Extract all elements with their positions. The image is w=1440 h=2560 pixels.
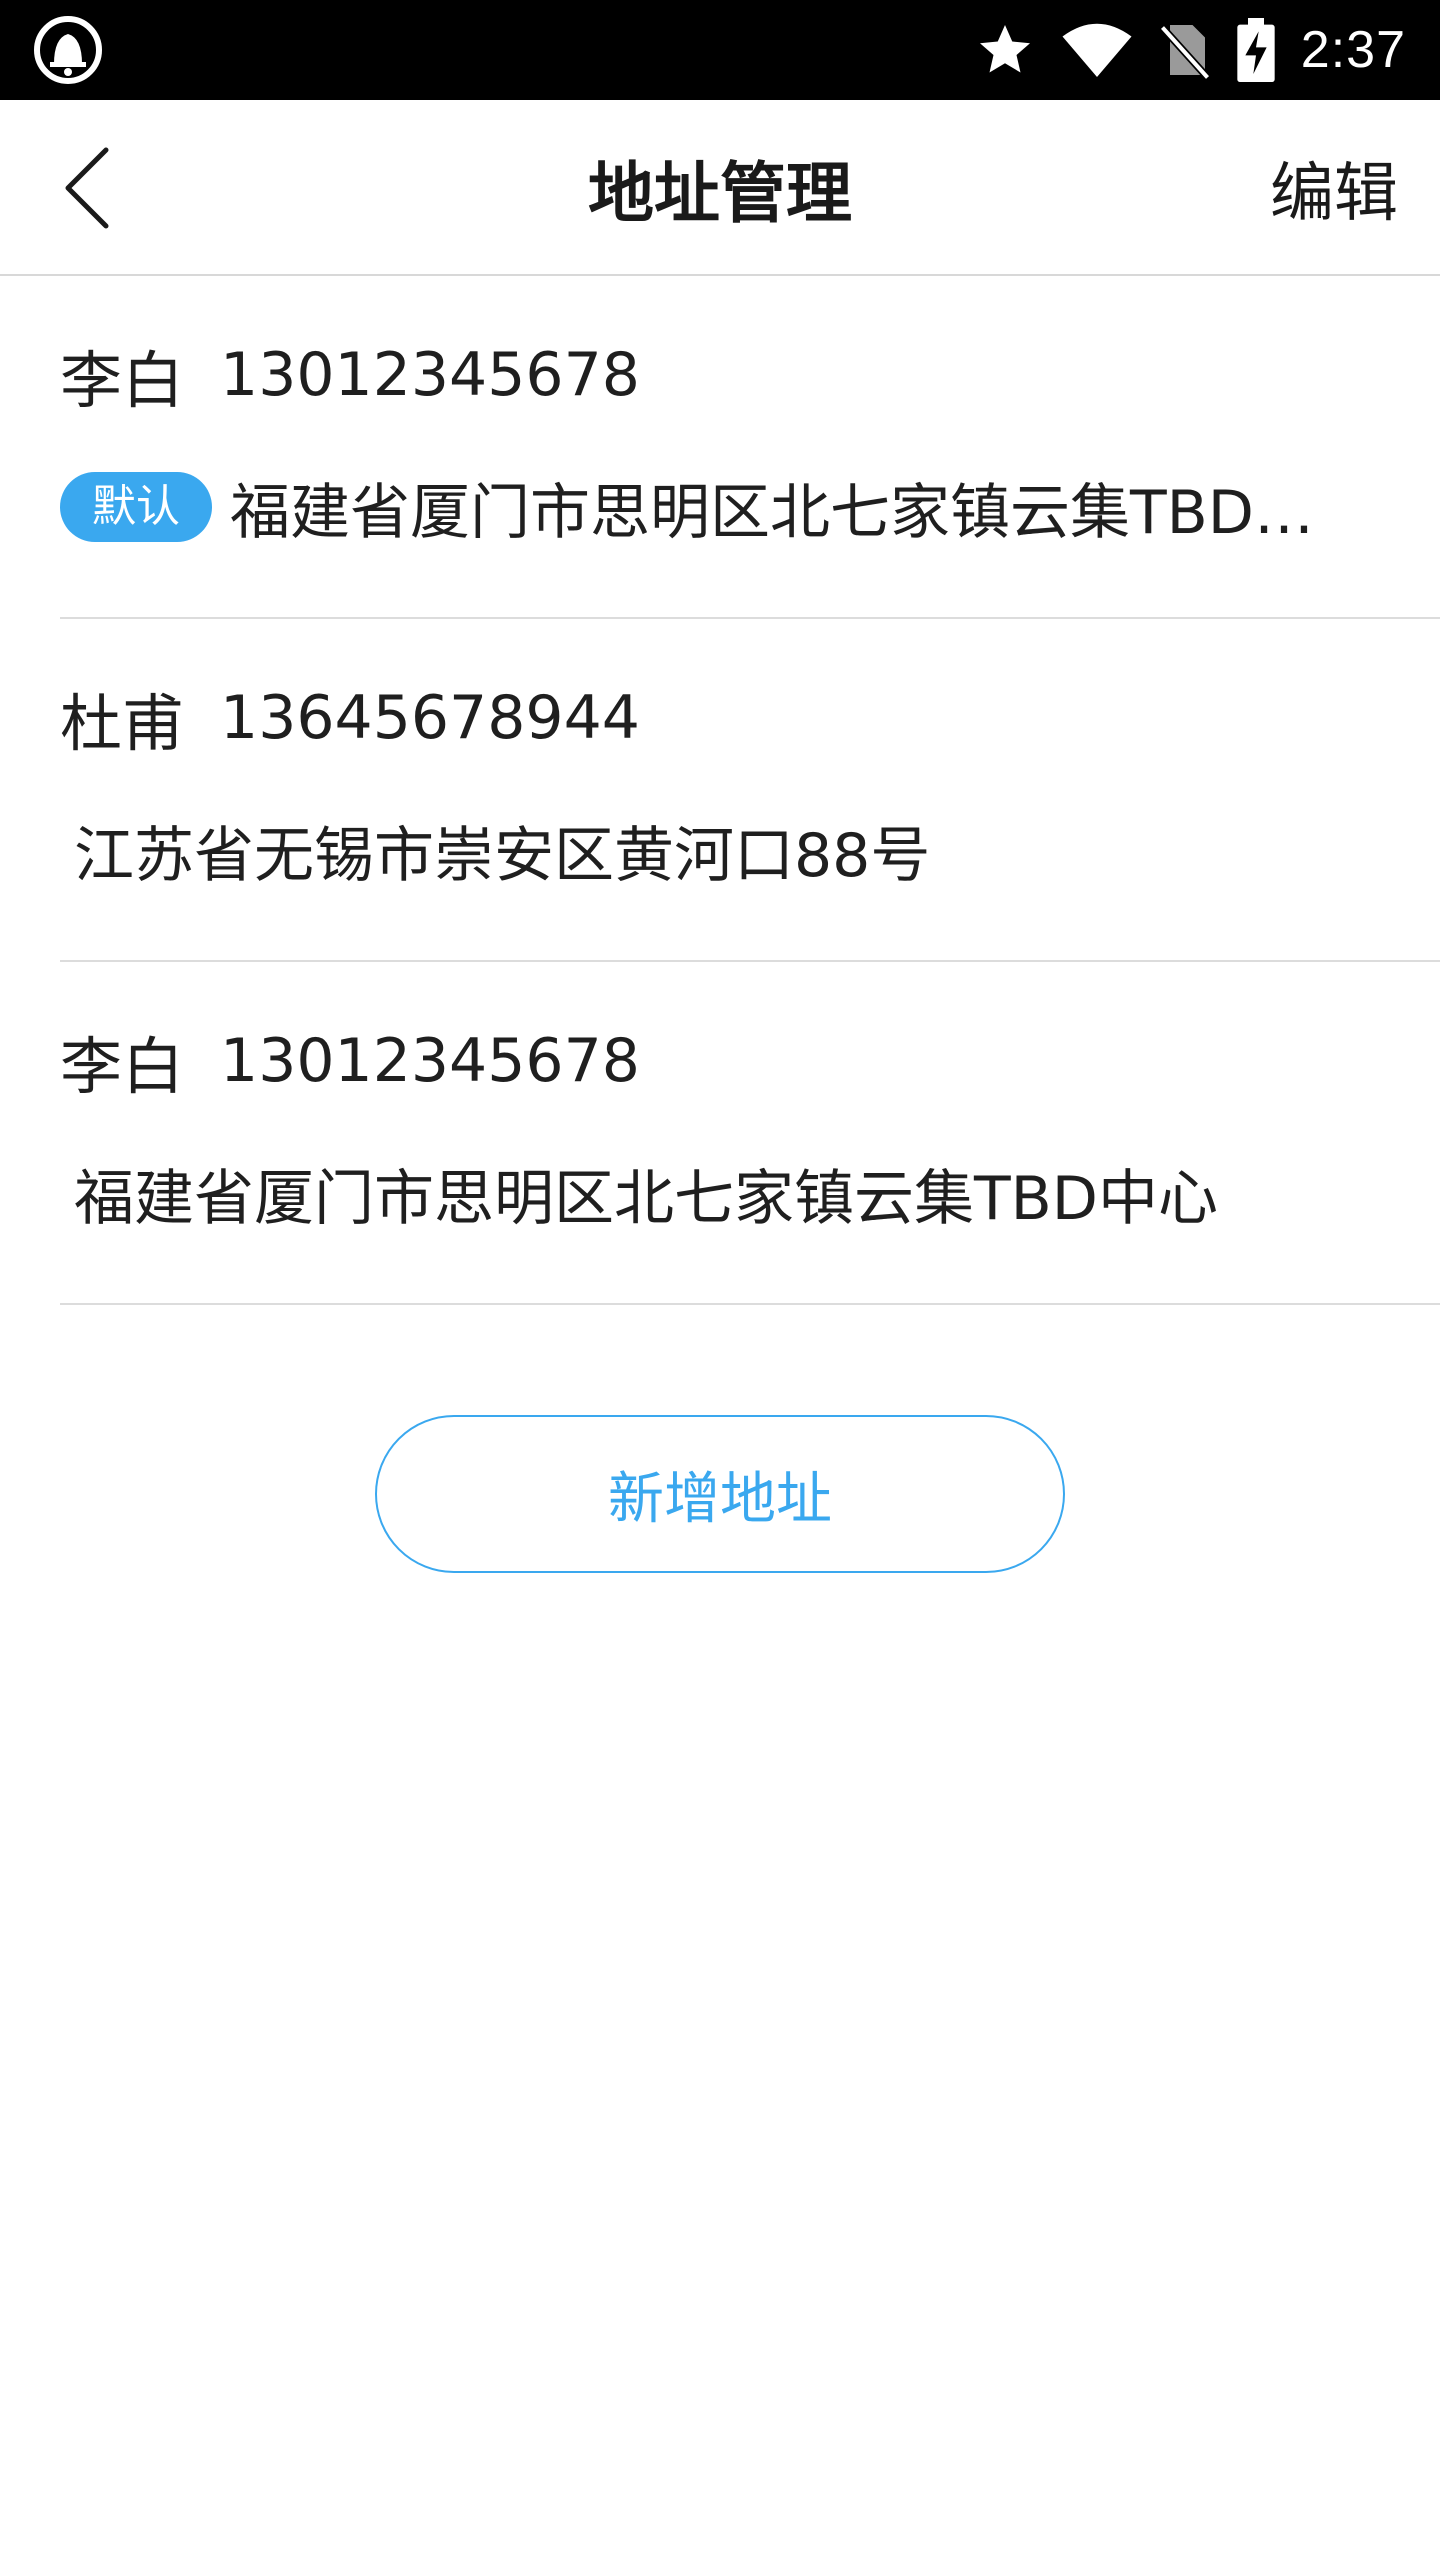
add-address-wrap: 新增地址: [0, 1415, 1440, 1573]
address-text: 江苏省无锡市崇安区黄河口88号: [74, 820, 931, 886]
app-header: 地址管理 编辑: [0, 100, 1440, 276]
battery-charging-icon: [1237, 18, 1275, 82]
address-row: 福建省厦门市思明区北七家镇云集TBD中心: [60, 1158, 1360, 1229]
address-list: 李白 13012345678 默认 福建省厦门市思明区北七家镇云集TBD中心 杜…: [0, 276, 1440, 1305]
notification-bell-icon: [32, 14, 104, 86]
status-bar: 2:37: [0, 0, 1440, 100]
wifi-icon: [1061, 20, 1133, 80]
contact-row: 杜甫 13645678944: [60, 683, 640, 760]
address-row: 江苏省无锡市崇安区黄河口88号: [60, 815, 1360, 886]
contact-name: 李白: [60, 344, 185, 417]
address-item[interactable]: 杜甫 13645678944 江苏省无锡市崇安区黄河口88号: [60, 619, 1440, 962]
contact-row: 李白 13012345678: [60, 1026, 640, 1103]
contact-phone: 13645678944: [220, 683, 640, 753]
address-item[interactable]: 李白 13012345678 默认 福建省厦门市思明区北七家镇云集TBD中心: [60, 276, 1440, 619]
address-text: 福建省厦门市思明区北七家镇云集TBD中心: [230, 477, 1360, 543]
address-text: 福建省厦门市思明区北七家镇云集TBD中心: [74, 1163, 1219, 1229]
default-badge: 默认: [60, 472, 212, 542]
contact-row: 李白 13012345678: [60, 340, 640, 417]
address-item[interactable]: 李白 13012345678 福建省厦门市思明区北七家镇云集TBD中心: [60, 962, 1440, 1305]
add-address-button[interactable]: 新增地址: [375, 1415, 1065, 1573]
status-left: [32, 14, 104, 86]
no-sim-icon: [1159, 20, 1211, 80]
contact-name: 杜甫: [60, 687, 185, 760]
contact-phone: 13012345678: [220, 1026, 640, 1096]
status-time: 2:37: [1300, 21, 1406, 79]
address-row: 默认 福建省厦门市思明区北七家镇云集TBD中心: [60, 472, 1360, 542]
contact-phone: 13012345678: [220, 340, 640, 410]
page-title: 地址管理: [588, 155, 852, 232]
star-icon: [975, 20, 1035, 80]
edit-button[interactable]: 编辑: [1270, 100, 1398, 276]
status-right: 2:37: [975, 18, 1406, 82]
contact-name: 李白: [60, 1030, 185, 1103]
